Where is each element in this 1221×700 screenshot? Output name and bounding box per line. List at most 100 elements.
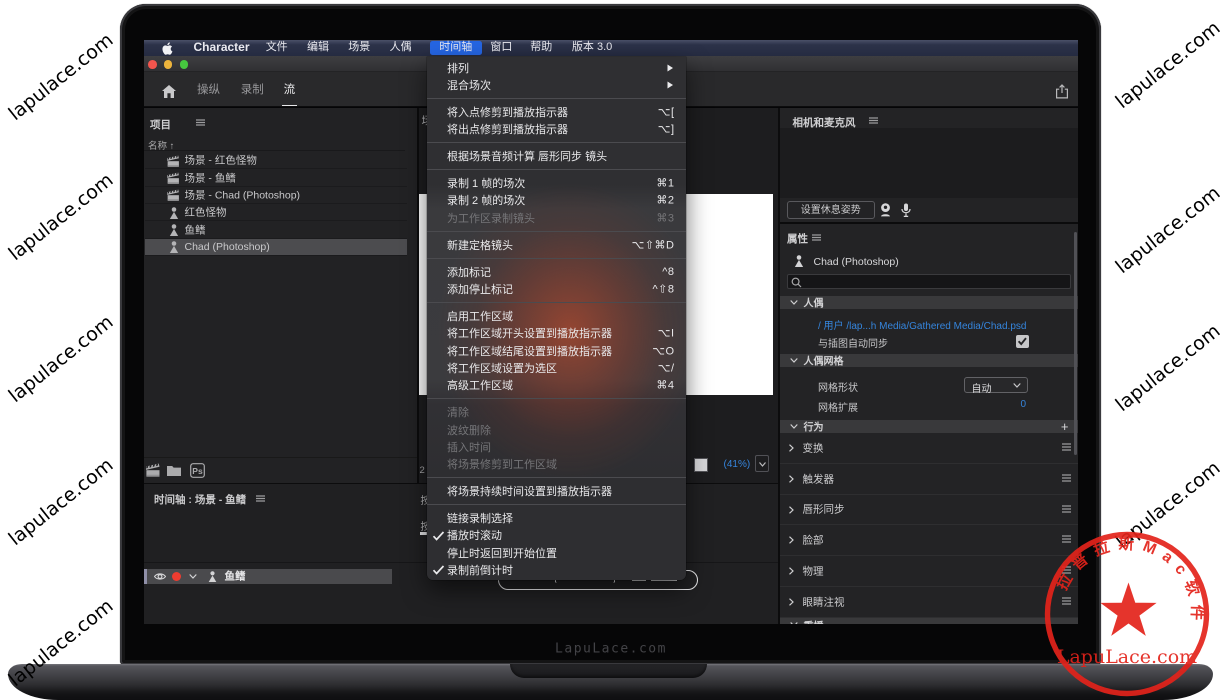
- menu-item-label: 将入点修剪到播放指示器: [447, 104, 568, 120]
- menu-item-添加停止标记[interactable]: 添加停止标记^⇧8: [427, 280, 686, 297]
- timeline-track-fish[interactable]: 鱼鳍: [144, 569, 392, 585]
- project-row-场景 - Chad (Photoshop)[interactable]: 场景 - Chad (Photoshop): [145, 187, 407, 204]
- zoom-dropdown-button[interactable]: [755, 455, 769, 472]
- submenu-arrow-icon: [667, 64, 674, 72]
- menu-item-将工作区域开头设置到播放指示器[interactable]: 将工作区域开头设置到播放指示器⌥I: [427, 325, 686, 342]
- home-icon[interactable]: [162, 85, 176, 98]
- zoom-button[interactable]: [180, 60, 189, 69]
- behavior-menu-icon[interactable]: [1062, 474, 1071, 482]
- menu-item-将出点修剪到播放指示器[interactable]: 将出点修剪到播放指示器⌥]: [427, 121, 686, 138]
- minimize-button[interactable]: [164, 60, 173, 69]
- section-puppet[interactable]: 人偶: [780, 296, 1078, 310]
- import-photoshop-icon[interactable]: Ps: [190, 463, 205, 478]
- tab-录制[interactable]: 录制: [241, 81, 264, 99]
- behavior-row-物理[interactable]: 物理: [780, 556, 1078, 587]
- microphone-icon[interactable]: [901, 203, 911, 217]
- menu-item-label: 录制 1 帧的场次: [447, 175, 525, 191]
- menu-item-录制前倒计时[interactable]: 录制前倒计时: [427, 561, 686, 578]
- project-row-鱼鳍[interactable]: 鱼鳍: [145, 221, 407, 238]
- project-panel-menu-icon[interactable]: [196, 119, 205, 126]
- background-color-swatch[interactable]: [694, 458, 708, 472]
- behavior-row-唇形同步[interactable]: 唇形同步: [780, 495, 1078, 526]
- menubar-item-场景[interactable]: 场景: [348, 40, 370, 56]
- close-button[interactable]: [148, 60, 157, 69]
- set-rest-pose-button[interactable]: 设置休息姿势: [787, 201, 876, 220]
- behavior-menu-icon[interactable]: [1062, 505, 1071, 513]
- scene-icon: [167, 189, 180, 201]
- scrollbar-thumb[interactable]: [1074, 232, 1077, 455]
- sync-checkbox[interactable]: [1016, 335, 1029, 348]
- chevron-down-icon[interactable]: [189, 574, 197, 579]
- behavior-menu-icon[interactable]: [1062, 443, 1071, 451]
- mesh-expand-value[interactable]: 0: [1020, 399, 1026, 410]
- menubar-item-人偶[interactable]: 人偶: [390, 40, 412, 56]
- new-folder-icon[interactable]: [167, 465, 181, 476]
- timeline-panel-menu-icon[interactable]: [256, 495, 265, 502]
- webcam-icon[interactable]: [880, 203, 891, 217]
- eye-icon[interactable]: [154, 572, 166, 581]
- section-replays[interactable]: 重播: [780, 618, 1078, 624]
- menu-item-高级工作区域[interactable]: 高级工作区域⌘4: [427, 377, 686, 394]
- menu-item-录制 2 帧的场次[interactable]: 录制 2 帧的场次⌘2: [427, 192, 686, 209]
- project-row-红色怪物[interactable]: 红色怪物: [145, 204, 407, 221]
- behavior-label: 触发器: [803, 471, 835, 486]
- watermark-text: lapulace.com: [5, 29, 118, 125]
- menu-item-将场景持续时间设置到播放指示器[interactable]: 将场景持续时间设置到播放指示器: [427, 482, 686, 499]
- svg-text:Ps: Ps: [192, 466, 203, 476]
- section-behaviors[interactable]: 行为 +: [780, 420, 1078, 434]
- menu-item-label: 插入时间: [447, 439, 491, 455]
- menubar-app-name[interactable]: Character: [193, 40, 249, 56]
- menu-item-label: 录制 2 帧的场次: [447, 192, 525, 208]
- behavior-row-眼睛注视[interactable]: 眼睛注视: [780, 587, 1078, 618]
- menu-item-排列[interactable]: 排列: [427, 59, 686, 76]
- record-toggle-icon[interactable]: [172, 572, 181, 581]
- section-title: 人偶网格: [804, 353, 844, 368]
- new-scene-icon[interactable]: [146, 463, 161, 477]
- menu-item-停止时返回到开始位置[interactable]: 停止时返回到开始位置: [427, 544, 686, 561]
- tab-流[interactable]: 流: [284, 81, 296, 99]
- behavior-row-触发器[interactable]: 触发器: [780, 464, 1078, 495]
- watermark-text: lapulace.com: [5, 311, 118, 407]
- search-input[interactable]: [787, 274, 1071, 289]
- menu-item-将入点修剪到播放指示器[interactable]: 将入点修剪到播放指示器⌥[: [427, 103, 686, 120]
- behavior-row-变换[interactable]: 变换: [780, 433, 1078, 464]
- menu-item-新建定格镜头[interactable]: 新建定格镜头⌥⇧⌘D: [427, 236, 686, 253]
- menubar-item-编辑[interactable]: 编辑: [307, 40, 329, 56]
- section-title: 重播: [804, 617, 824, 624]
- menubar-item-时间轴[interactable]: 时间轴: [439, 40, 472, 56]
- menubar-item-版本 3.0[interactable]: 版本 3.0: [572, 40, 612, 56]
- puppet-source-link[interactable]: / 用户 /lap...h Media/Gathered Media/Chad.…: [818, 317, 1026, 332]
- menubar-item-文件[interactable]: 文件: [266, 40, 288, 56]
- menubar-item-帮助[interactable]: 帮助: [530, 40, 552, 56]
- menu-item-混合场次[interactable]: 混合场次: [427, 76, 686, 93]
- zoom-level-value[interactable]: (41%): [724, 459, 751, 470]
- add-behavior-button[interactable]: +: [1061, 419, 1069, 434]
- properties-panel: 相机和麦克风 设置休息姿势 属性: [780, 108, 1078, 624]
- project-row-Chad (Photoshop)[interactable]: Chad (Photoshop): [145, 239, 407, 256]
- apple-menu-icon[interactable]: [161, 42, 173, 55]
- properties-panel-menu-icon[interactable]: [812, 234, 821, 241]
- menu-item-启用工作区域[interactable]: 启用工作区域: [427, 307, 686, 324]
- share-icon[interactable]: [1055, 84, 1069, 99]
- section-title: 行为: [804, 419, 824, 434]
- menu-item-根据场景音频计算 唇形同步 镜头[interactable]: 根据场景音频计算 唇形同步 镜头: [427, 148, 686, 165]
- svg-text:LapuLace.com: LapuLace.com: [1057, 646, 1197, 668]
- project-row-场景 - 红色怪物[interactable]: 场景 - 红色怪物: [145, 152, 407, 169]
- behavior-row-脸部[interactable]: 脸部: [780, 525, 1078, 556]
- mesh-shape-dropdown[interactable]: 自动: [964, 377, 1029, 393]
- menubar-item-窗口[interactable]: 窗口: [490, 40, 512, 56]
- chevron-right-icon: [789, 536, 794, 544]
- camera-panel-menu-icon[interactable]: [869, 117, 878, 124]
- menu-item-将工作区域结尾设置到播放指示器[interactable]: 将工作区域结尾设置到播放指示器⌥O: [427, 342, 686, 359]
- puppet-icon: [169, 207, 179, 219]
- bezel-brand-label: LapuLace.com: [555, 642, 667, 657]
- tab-操纵[interactable]: 操纵: [197, 81, 220, 99]
- rest-pose-label: 设置休息姿势: [801, 205, 861, 216]
- menu-item-添加标记[interactable]: 添加标记^8: [427, 263, 686, 280]
- menu-item-录制 1 帧的场次[interactable]: 录制 1 帧的场次⌘1: [427, 175, 686, 192]
- project-row-场景 - 鱼鳍[interactable]: 场景 - 鱼鳍: [145, 169, 407, 186]
- menu-item-播放时滚动[interactable]: 播放时滚动: [427, 527, 686, 544]
- section-puppet-mesh[interactable]: 人偶网格: [780, 354, 1078, 368]
- menu-item-链接录制选择[interactable]: 链接录制选择: [427, 509, 686, 526]
- menu-item-将工作区域设置为选区[interactable]: 将工作区域设置为选区⌥/: [427, 359, 686, 376]
